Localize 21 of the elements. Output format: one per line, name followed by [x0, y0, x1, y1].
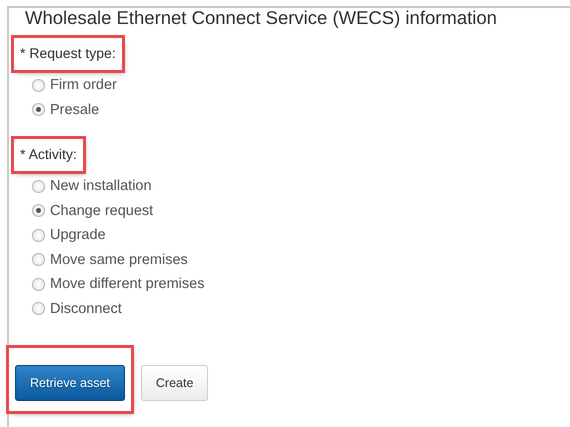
- option-label[interactable]: Firm order: [50, 77, 117, 94]
- option-label[interactable]: Presale: [50, 102, 100, 118]
- radio-button[interactable]: [32, 103, 45, 116]
- radio-button[interactable]: [32, 278, 45, 291]
- field-label: * Activity:: [20, 146, 77, 162]
- radio-button[interactable]: [32, 228, 45, 242]
- radio-button[interactable]: [32, 204, 45, 218]
- create-button[interactable]: Create: [140, 365, 208, 401]
- field-label: * Request type:: [20, 45, 116, 61]
- option-label[interactable]: Move different premises: [50, 276, 204, 292]
- option-label[interactable]: New installation: [50, 178, 152, 194]
- radio-button[interactable]: [32, 78, 45, 92]
- radio-button[interactable]: [32, 180, 45, 193]
- option-label[interactable]: Upgrade: [50, 227, 106, 244]
- radio-button[interactable]: [32, 253, 45, 266]
- option-label[interactable]: Disconnect: [50, 300, 122, 317]
- option-label[interactable]: Move same premises: [50, 252, 188, 268]
- retrieve-button[interactable]: Retrieve asset: [15, 365, 125, 401]
- panel-title: Wholesale Ethernet Connect Service (WECS) information: [25, 8, 498, 28]
- option-label[interactable]: Change request: [50, 202, 154, 219]
- radio-button[interactable]: [32, 302, 45, 316]
